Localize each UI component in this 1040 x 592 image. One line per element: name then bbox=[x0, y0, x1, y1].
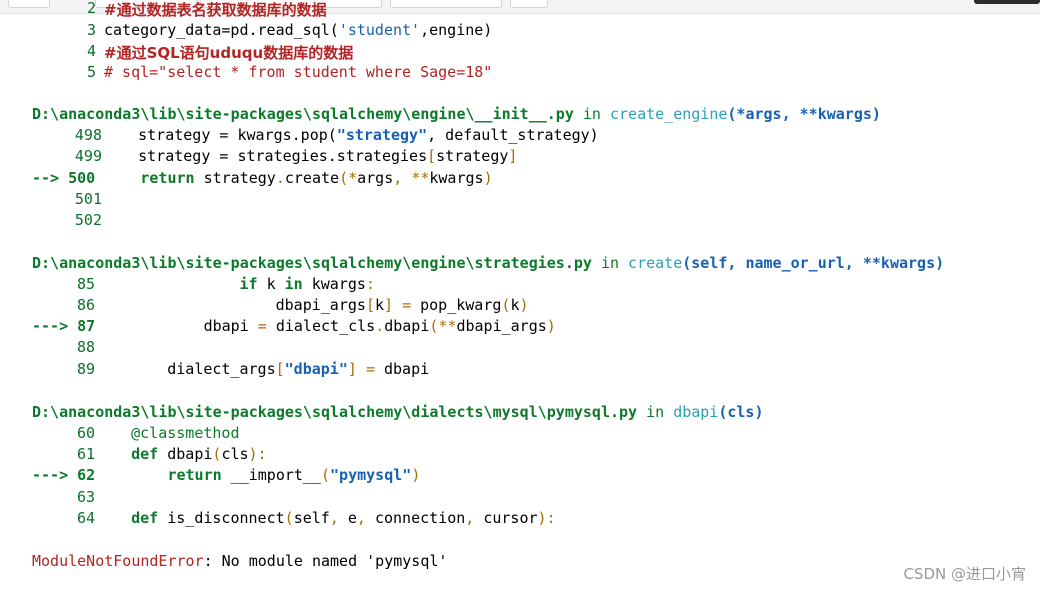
error-text: : No module named 'pymysql' bbox=[203, 552, 448, 570]
frame-line: 60 @classmethod bbox=[32, 424, 240, 442]
line-number: 85 bbox=[76, 275, 95, 293]
line-code: strategy = strategies.strategies[strateg… bbox=[102, 147, 518, 165]
line-number: 502 bbox=[74, 211, 102, 229]
frame-line: 85 if k in kwargs: bbox=[32, 275, 375, 293]
frame-in: in bbox=[582, 105, 601, 123]
line-code: dbapi = dialect_cls.dbapi(**dbapi_args) bbox=[95, 317, 556, 335]
line-number: 88 bbox=[76, 338, 95, 356]
line-number: 500 bbox=[68, 169, 96, 187]
line-code: def dbapi(cls): bbox=[131, 445, 267, 463]
frame-line: 64 def is_disconnect(self, e, connection… bbox=[32, 509, 556, 527]
line-code: return strategy.create(*args, **kwargs) bbox=[140, 169, 493, 187]
frame-path: D:\anaconda3\lib\site-packages\sqlalchem… bbox=[32, 254, 592, 272]
line-code: if k in kwargs: bbox=[239, 275, 375, 293]
line-code: @classmethod bbox=[131, 424, 240, 442]
frame-line: 502 bbox=[32, 211, 102, 229]
frame-line: 63 bbox=[32, 488, 95, 506]
line-number: 61 bbox=[76, 445, 95, 463]
line-code: dialect_args["dbapi"] = dbapi bbox=[95, 360, 430, 378]
line-number: 501 bbox=[74, 190, 102, 208]
current-line-arrow: --> bbox=[32, 169, 60, 187]
watermark: CSDN @进口小宵 bbox=[903, 565, 1026, 583]
frame-line-current: --> 500 return strategy.create(*args, **… bbox=[32, 169, 493, 187]
frame-args: (self, name_or_url, **kwargs) bbox=[682, 254, 945, 272]
frame-path: D:\anaconda3\lib\site-packages\sqlalchem… bbox=[32, 403, 638, 421]
current-line-arrow: ---> bbox=[32, 466, 69, 484]
frame-in: in bbox=[600, 254, 620, 272]
frame-args: (*args, **kwargs) bbox=[727, 105, 881, 123]
frame-func: create_engine bbox=[609, 105, 728, 123]
line-code: strategy = kwargs.pop("strategy", defaul… bbox=[102, 126, 599, 144]
line-code: def is_disconnect(self, e, connection, c… bbox=[131, 509, 556, 527]
frame-header: D:\anaconda3\lib\site-packages\sqlalchem… bbox=[32, 403, 764, 421]
line-number: 498 bbox=[74, 126, 102, 144]
frame-line-current: ---> 62 return __import__("pymysql") bbox=[32, 466, 420, 484]
traceback-output: D:\anaconda3\lib\site-packages\sqlalchem… bbox=[0, 0, 1040, 592]
line-number: 87 bbox=[77, 317, 96, 335]
frame-line: 61 def dbapi(cls): bbox=[32, 445, 267, 463]
line-number: 89 bbox=[76, 360, 95, 378]
line-number: 60 bbox=[76, 424, 95, 442]
line-number: 63 bbox=[76, 488, 95, 506]
line-number: 62 bbox=[77, 466, 96, 484]
line-code: dbapi_args[k] = pop_kwarg(k) bbox=[95, 296, 529, 314]
error-type: ModuleNotFoundError bbox=[32, 552, 204, 570]
current-line-arrow: ---> bbox=[32, 317, 69, 335]
frame-line: 89 dialect_args["dbapi"] = dbapi bbox=[32, 360, 429, 378]
frame-header: D:\anaconda3\lib\site-packages\sqlalchem… bbox=[32, 105, 881, 123]
frame-line: 88 bbox=[32, 338, 95, 356]
line-number: 499 bbox=[74, 147, 102, 165]
frame-line: 86 dbapi_args[k] = pop_kwarg(k) bbox=[32, 296, 529, 314]
line-number: 86 bbox=[76, 296, 95, 314]
error-message: ModuleNotFoundError: No module named 'py… bbox=[32, 552, 447, 570]
frame-args: (cls) bbox=[718, 403, 764, 421]
line-code: return __import__("pymysql") bbox=[167, 466, 421, 484]
frame-in: in bbox=[646, 403, 665, 421]
frame-func: dbapi bbox=[673, 403, 719, 421]
frame-line-current: ---> 87 dbapi = dialect_cls.dbapi(**dbap… bbox=[32, 317, 556, 335]
frame-path: D:\anaconda3\lib\site-packages\sqlalchem… bbox=[32, 105, 574, 123]
frame-func: create bbox=[628, 254, 683, 272]
frame-line: 498 strategy = kwargs.pop("strategy", de… bbox=[32, 126, 599, 144]
frame-header: D:\anaconda3\lib\site-packages\sqlalchem… bbox=[32, 254, 944, 272]
frame-line: 499 strategy = strategies.strategies[str… bbox=[32, 147, 518, 165]
line-number: 64 bbox=[76, 509, 95, 527]
frame-line: 501 bbox=[32, 190, 102, 208]
